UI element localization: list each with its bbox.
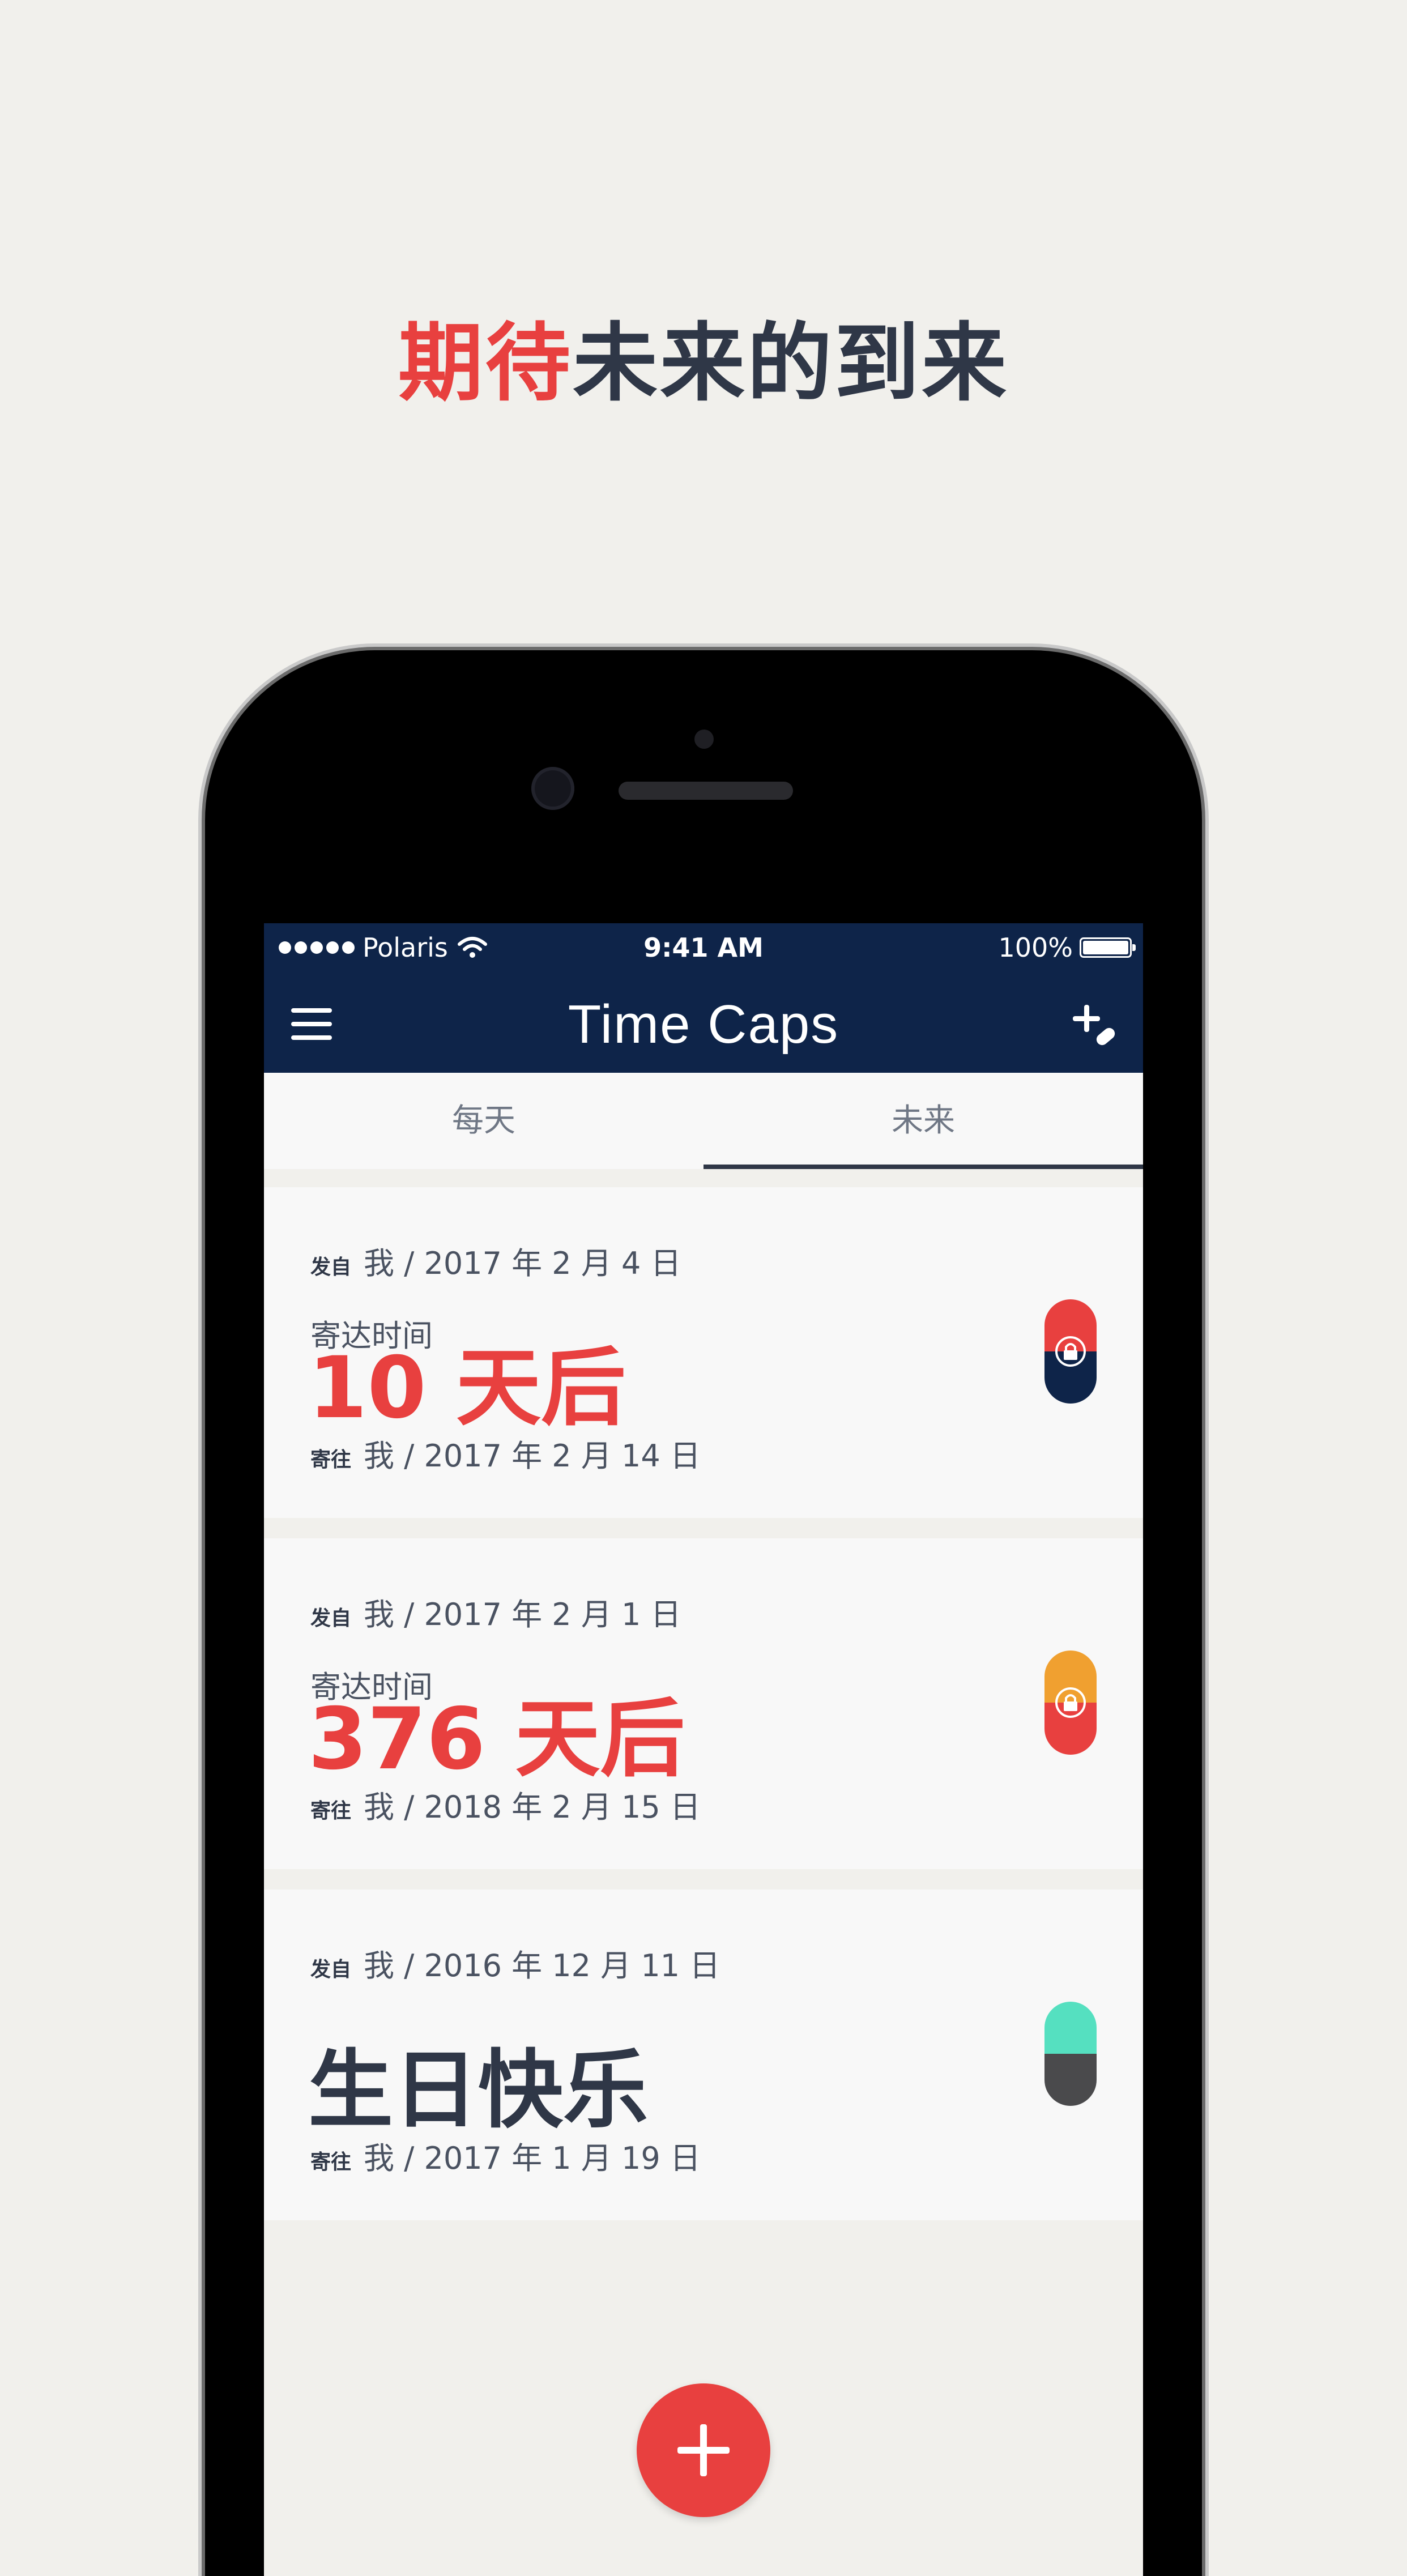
lock-icon xyxy=(1055,1687,1086,1718)
lock-icon xyxy=(1055,1336,1086,1367)
capsule-card[interactable]: 发自我 / 2017 年 2 月 1 日 寄达时间 376 天后 寄往我 / 2… xyxy=(264,1538,1143,1869)
from-tag: 发自 xyxy=(310,1607,352,1630)
app-screen: Polaris 9:41 AM 100% Time Caps 每天 未来 发自 … xyxy=(264,923,1143,2576)
navigation-bar: Time Caps xyxy=(264,971,1143,1073)
capsule-card[interactable]: 发自我 / 2017 年 2 月 4 日 寄达时间 10 天后 寄往我 / 20… xyxy=(264,1187,1143,1518)
card-sender: 发自我 / 2016 年 12 月 11 日 xyxy=(310,1940,720,1985)
to-tag: 寄往 xyxy=(310,1448,352,1472)
proximity-sensor xyxy=(694,730,714,749)
add-capsule-fab[interactable] xyxy=(637,2383,770,2517)
tab-future[interactable]: 未来 xyxy=(704,1073,1143,1169)
card-sender: 发自我 / 2017 年 2 月 4 日 xyxy=(310,1238,681,1283)
to-tag: 寄往 xyxy=(310,2151,352,2174)
sender-date: 我 / 2017 年 2 月 1 日 xyxy=(364,1597,681,1632)
battery-icon xyxy=(1080,937,1136,958)
card-recipient: 寄往我 / 2017 年 2 月 14 日 xyxy=(310,1431,701,1475)
battery-percent: 100% xyxy=(998,932,1073,963)
recipient-date: 我 / 2018 年 2 月 15 日 xyxy=(364,1789,701,1825)
headline-rest: 未来的到来 xyxy=(573,314,1009,413)
recipient-date: 我 / 2017 年 2 月 14 日 xyxy=(364,1438,701,1474)
countdown-text: 10 天后 xyxy=(308,1339,626,1438)
from-tag: 发自 xyxy=(310,1958,352,1981)
card-recipient: 寄往我 / 2017 年 1 月 19 日 xyxy=(310,2133,701,2178)
phone-frame: Polaris 9:41 AM 100% Time Caps 每天 未来 发自 … xyxy=(205,650,1202,2576)
headline-accent: 期待 xyxy=(398,314,573,413)
countdown-text: 376 天后 xyxy=(308,1690,685,1789)
card-recipient: 寄往我 / 2018 年 2 月 15 日 xyxy=(310,1782,701,1827)
add-capsule-icon[interactable] xyxy=(1069,999,1120,1050)
capsule-icon xyxy=(1044,1299,1097,1404)
tab-bar: 每天 未来 xyxy=(264,1073,1143,1169)
to-tag: 寄往 xyxy=(310,1799,352,1823)
sender-date: 我 / 2017 年 2 月 4 日 xyxy=(364,1246,681,1281)
earpiece-speaker xyxy=(619,782,793,800)
battery-group: 100% xyxy=(998,932,1136,963)
sender-date: 我 / 2016 年 12 月 11 日 xyxy=(364,1948,720,1984)
app-title: Time Caps xyxy=(568,994,839,1055)
capsule-icon xyxy=(1044,2002,1097,2106)
status-bar: Polaris 9:41 AM 100% xyxy=(264,923,1143,971)
tab-daily[interactable]: 每天 xyxy=(264,1073,704,1169)
front-camera xyxy=(531,767,574,810)
page-headline: 期待未来的到来 xyxy=(0,295,1407,417)
card-sender: 发自我 / 2017 年 2 月 1 日 xyxy=(310,1589,681,1634)
from-tag: 发自 xyxy=(310,1256,352,1279)
capsule-card[interactable]: 发自我 / 2016 年 12 月 11 日 生日快乐 寄往我 / 2017 年… xyxy=(264,1890,1143,2220)
message-title: 生日快乐 xyxy=(308,2041,649,2140)
capsule-icon xyxy=(1044,1650,1097,1755)
recipient-date: 我 / 2017 年 1 月 19 日 xyxy=(364,2140,701,2176)
active-tab-indicator xyxy=(704,1165,1143,1169)
